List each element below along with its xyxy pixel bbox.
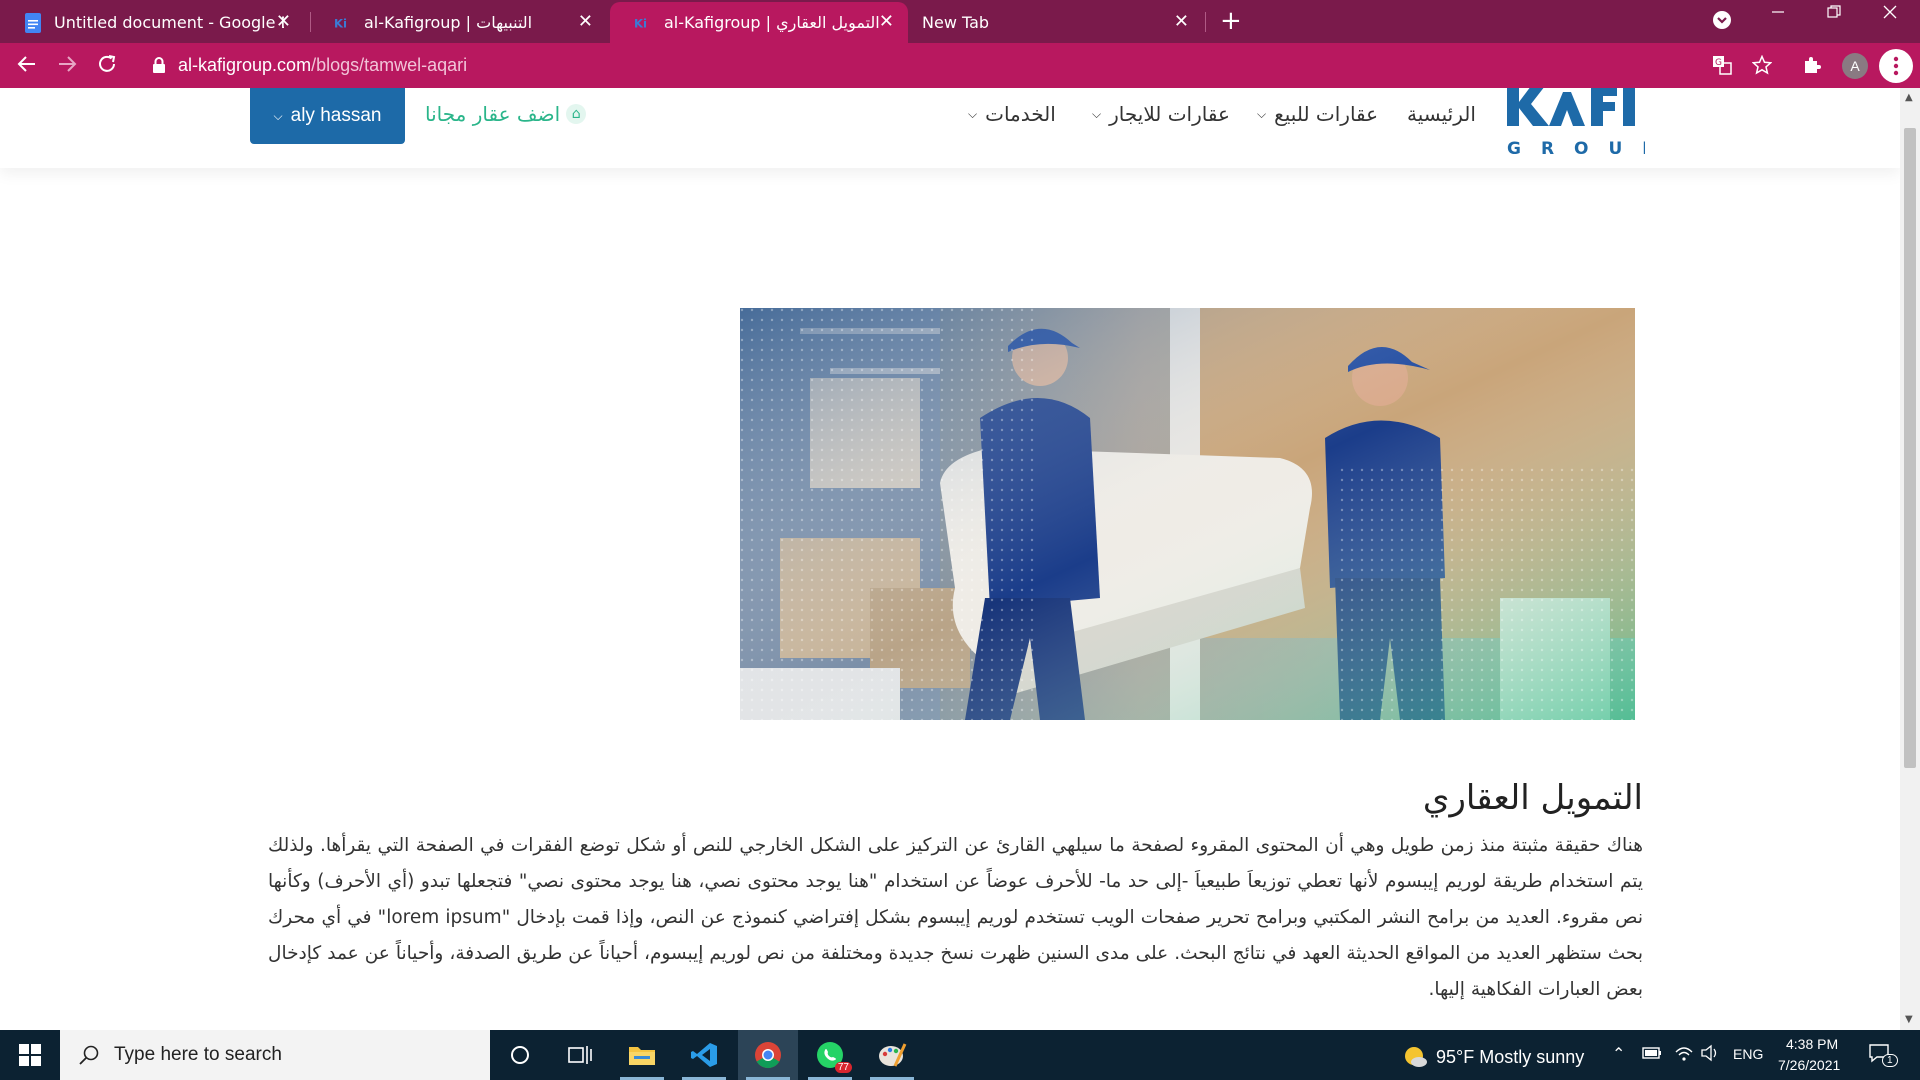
minimize-icon[interactable] — [1770, 4, 1786, 25]
close-icon[interactable]: ✕ — [276, 13, 291, 31]
nav-for-rent-label: عقارات للايجار — [1109, 102, 1230, 126]
tab-title: al-Kafigroup | التمويل العقاري — [664, 13, 880, 32]
vscode-icon[interactable] — [674, 1030, 734, 1080]
page-viewport: GROUP الرئيسية عقارات للبيع ⌵ عقارات للا… — [0, 88, 1900, 1030]
svg-text:Ki: Ki — [634, 16, 647, 30]
user-menu-button[interactable]: ⌵ aly hassan — [250, 88, 405, 144]
nav-services-label: الخدمات — [985, 102, 1056, 126]
address-bar[interactable]: al-kafigroup.com/blogs/tamwel-aqari — [138, 48, 1698, 82]
clock-date[interactable]: 7/26/2021 — [1778, 1057, 1840, 1073]
paint-icon[interactable] — [862, 1030, 922, 1080]
article-body: هناك حقيقة مثبتة منذ زمن طويل وهي أن الم… — [268, 835, 1643, 1000]
translate-icon[interactable]: G — [1712, 55, 1732, 80]
new-tab-button[interactable]: + — [1220, 8, 1242, 34]
bookmark-star-icon[interactable] — [1751, 54, 1773, 80]
tab-title: al-Kafigroup | التنبيهات — [364, 13, 533, 32]
tab-strip: Untitled document - Google Doc ✕ Ki al-K… — [0, 0, 1920, 43]
tab-notifications[interactable]: Ki al-Kafigroup | التنبيهات ✕ — [310, 2, 607, 43]
url-text: al-kafigroup.com/blogs/tamwel-aqari — [178, 55, 467, 76]
site-header: GROUP الرئيسية عقارات للبيع ⌵ عقارات للا… — [0, 88, 1900, 168]
chrome-icon[interactable] — [738, 1030, 798, 1080]
close-icon[interactable]: ✕ — [578, 13, 593, 31]
scroll-up-icon[interactable]: ▲ — [1905, 92, 1913, 103]
user-name: aly hassan — [290, 105, 382, 126]
page-scrollbar[interactable]: ▲ ▼ — [1900, 88, 1920, 1030]
search-placeholder: Type here to search — [114, 1044, 282, 1065]
chevron-down-icon: ⌵ — [1257, 106, 1267, 121]
reload-icon[interactable] — [96, 53, 118, 80]
search-icon — [78, 1044, 100, 1066]
chevron-down-icon: ⌵ — [1092, 106, 1102, 121]
extensions-icon[interactable] — [1802, 55, 1822, 80]
windows-start-button[interactable] — [0, 1030, 60, 1080]
whatsapp-icon[interactable]: 77 — [800, 1030, 860, 1080]
battery-icon[interactable] — [1642, 1046, 1662, 1065]
kafi-favicon-icon: Ki — [634, 14, 652, 32]
window-close-icon[interactable] — [1882, 4, 1898, 25]
lock-icon — [152, 57, 166, 73]
cortana-icon[interactable] — [490, 1030, 550, 1080]
profile-avatar[interactable]: A — [1842, 53, 1868, 79]
chevron-down-icon: ⌵ — [968, 106, 978, 121]
nav-home[interactable]: الرئيسية — [1407, 102, 1476, 126]
svg-text:G: G — [1715, 58, 1722, 68]
show-hidden-icons[interactable]: ⌃ — [1612, 1044, 1625, 1064]
wifi-icon[interactable] — [1674, 1044, 1694, 1067]
tab-separator — [1205, 12, 1206, 32]
kafi-favicon-icon: Ki — [334, 14, 352, 32]
url-host: al-kafigroup.com — [178, 54, 312, 75]
nav-for-sale-label: عقارات للبيع — [1274, 102, 1379, 126]
browser-menu-icon[interactable] — [1879, 49, 1913, 83]
nav-home-label: الرئيسية — [1407, 102, 1476, 126]
kafi-group-logo[interactable]: GROUP — [1505, 88, 1655, 160]
nav-for-rent[interactable]: عقارات للايجار ⌵ — [1092, 102, 1230, 126]
google-docs-icon — [24, 12, 42, 33]
scroll-thumb[interactable] — [1904, 128, 1916, 768]
tab-title: Untitled document - Google Doc — [54, 13, 284, 32]
windows-taskbar: Type here to search 77 95°F Mostly sunny… — [0, 1030, 1920, 1080]
tab-new-tab[interactable]: New Tab ✕ — [898, 2, 1203, 43]
weather-widget[interactable]: 95°F Mostly sunny — [1402, 1044, 1584, 1070]
tab-real-estate-finance[interactable]: Ki al-Kafigroup | التمويل العقاري ✕ — [610, 2, 908, 43]
taskbar-search-box[interactable]: Type here to search — [60, 1030, 490, 1080]
nav-for-sale[interactable]: عقارات للبيع ⌵ — [1257, 102, 1378, 126]
nav-services[interactable]: الخدمات ⌵ — [968, 102, 1056, 126]
svg-text:Ki: Ki — [334, 16, 347, 30]
article-title: التمويل العقاري — [1422, 778, 1643, 818]
url-path: /blogs/tamwel-aqari — [311, 54, 468, 75]
tab-search-icon[interactable] — [1712, 10, 1732, 35]
back-icon[interactable] — [16, 53, 38, 80]
task-view-icon[interactable] — [550, 1030, 610, 1080]
add-property-label: اضف عقار مجانا — [425, 102, 561, 126]
volume-icon[interactable] — [1700, 1044, 1720, 1067]
article-hero-image — [740, 308, 1635, 720]
tab-title: New Tab — [922, 13, 990, 32]
add-home-icon: ⌂ — [566, 104, 587, 124]
restore-icon[interactable] — [1826, 4, 1842, 25]
whatsapp-unread-badge: 77 — [834, 1062, 852, 1073]
chevron-down-icon: ⌵ — [273, 108, 283, 123]
logo-text: GROUP — [1507, 139, 1645, 159]
file-explorer-icon[interactable] — [612, 1030, 672, 1080]
add-property-link[interactable]: اضف عقار مجانا ⌂ — [425, 102, 587, 126]
close-icon[interactable]: ✕ — [1174, 13, 1189, 31]
tab-google-docs[interactable]: Untitled document - Google Doc ✕ — [0, 2, 305, 43]
clock-time[interactable]: 4:38 PM — [1786, 1036, 1838, 1052]
scroll-down-icon[interactable]: ▼ — [1905, 1014, 1913, 1025]
notification-count: 1 — [1882, 1054, 1898, 1067]
input-language[interactable]: ENG — [1733, 1046, 1763, 1062]
weather-text: 95°F Mostly sunny — [1436, 1046, 1585, 1067]
close-icon[interactable]: ✕ — [879, 13, 894, 31]
forward-icon[interactable] — [56, 53, 78, 80]
notification-center-icon[interactable]: 1 — [1868, 1042, 1898, 1071]
sun-icon — [1405, 1047, 1427, 1067]
browser-toolbar: al-kafigroup.com/blogs/tamwel-aqari G A — [0, 43, 1920, 88]
